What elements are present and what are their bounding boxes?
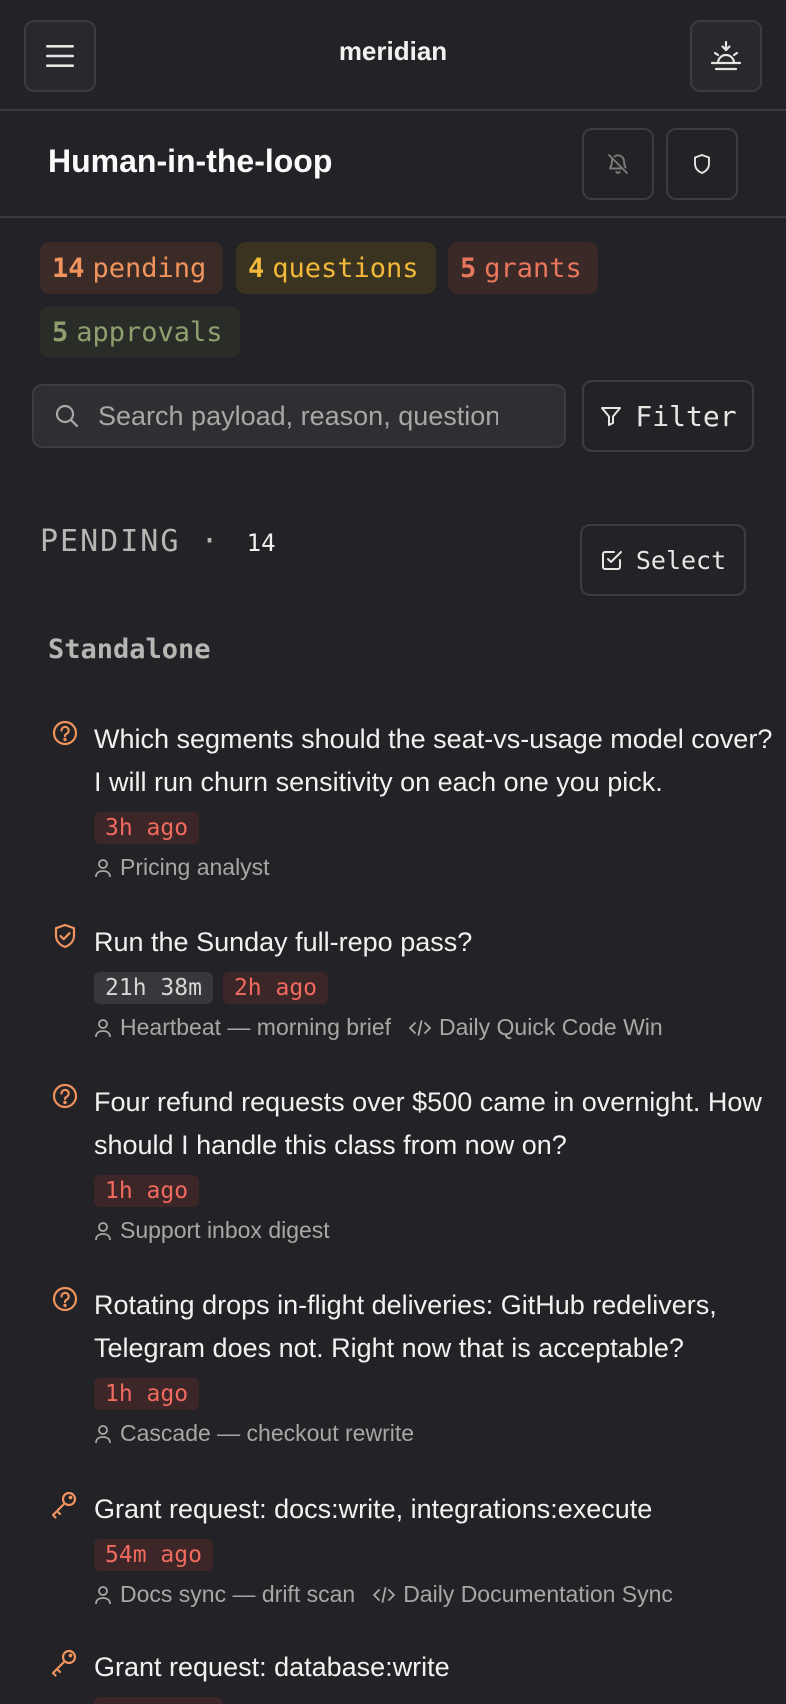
questions-label: questions — [272, 252, 419, 284]
agent-name: Pricing analyst — [120, 854, 270, 880]
agent-meta: Heartbeat — morning brief — [94, 1014, 391, 1041]
question-circle-icon — [52, 720, 78, 746]
agent-name: Heartbeat — morning brief — [120, 1014, 392, 1040]
brand-logo-button[interactable] — [690, 20, 762, 92]
questions-count-chip[interactable]: 4 questions — [236, 242, 436, 294]
item-title: Run the Sunday full-repo pass? — [94, 927, 473, 957]
code-icon — [373, 1586, 396, 1603]
timer-badge: 21h 38m — [94, 972, 213, 1004]
agent-meta: Docs sync — drift scan — [94, 1581, 355, 1608]
filter-button[interactable]: Filter — [582, 380, 754, 452]
bell-off-icon — [608, 154, 628, 174]
select-label: Select — [635, 545, 727, 575]
search-input[interactable] — [98, 400, 498, 432]
age-badge: 3h ago — [94, 812, 200, 844]
pending-count: 14 — [52, 252, 85, 284]
select-button[interactable]: Select — [580, 524, 746, 596]
top-bar: meridian — [0, 0, 786, 111]
section-header: PENDING · 14 — [40, 524, 276, 559]
item-title: Rotating drops in-flight deliveries: Git… — [94, 1290, 717, 1363]
grants-count: 5 — [460, 252, 477, 284]
search-icon — [54, 403, 80, 429]
age-badge: 2h ago — [222, 972, 329, 1004]
approvals-label: approvals — [76, 316, 223, 348]
agent-meta: Cascade — checkout rewrite — [94, 1420, 414, 1447]
user-icon — [95, 1585, 111, 1604]
code-icon — [409, 1019, 431, 1036]
section-count: 14 — [246, 529, 276, 557]
item-title: Four refund requests over $500 came in o… — [94, 1087, 762, 1160]
filter-label: Filter — [635, 399, 737, 433]
filter-icon — [601, 407, 622, 426]
grants-label: grants — [484, 252, 582, 284]
grants-count-chip[interactable]: 5 grants — [448, 242, 598, 294]
approvals-count: 5 — [52, 316, 69, 348]
mute-notifications-button[interactable] — [582, 128, 654, 200]
routine-name: Daily Documentation Sync — [403, 1581, 673, 1607]
key-icon — [51, 1649, 77, 1677]
section-label: PENDING · — [40, 524, 221, 559]
agent-meta: Pricing analyst — [94, 854, 270, 881]
age-badge: 1h ago — [94, 1378, 200, 1410]
age-badge — [94, 1697, 222, 1704]
user-icon — [95, 1221, 111, 1240]
age-badge: 54m ago — [94, 1539, 213, 1571]
user-icon — [95, 858, 111, 877]
routine-meta: Daily Documentation Sync — [373, 1581, 673, 1608]
agent-name: Support inbox digest — [120, 1217, 330, 1243]
group-label: Standalone — [48, 634, 211, 665]
pending-count-chip[interactable]: 14 pending — [40, 242, 223, 294]
item-title: Grant request: docs:write, integrations:… — [94, 1494, 653, 1524]
question-circle-icon — [52, 1286, 78, 1312]
policy-shield-button[interactable] — [666, 128, 738, 200]
app-title: meridian — [338, 36, 448, 66]
agent-name: Cascade — checkout rewrite — [120, 1420, 415, 1446]
key-icon — [51, 1491, 77, 1519]
search-box — [32, 384, 566, 448]
user-icon — [95, 1018, 111, 1037]
agent-name: Docs sync — drift scan — [120, 1581, 356, 1607]
approvals-count-chip[interactable]: 5 approvals — [40, 306, 240, 358]
shield-check-icon — [54, 923, 76, 949]
routine-name: Daily Quick Code Win — [439, 1014, 663, 1040]
page-title: Human-in-the-loop — [48, 143, 333, 179]
question-circle-icon — [52, 1083, 78, 1109]
age-badge: 1h ago — [94, 1175, 200, 1207]
sunrise-logo-icon — [710, 40, 742, 71]
routine-meta: Daily Quick Code Win — [409, 1014, 663, 1041]
item-title: Which segments should the seat-vs-usage … — [94, 724, 773, 797]
user-icon — [95, 1424, 111, 1443]
agent-meta: Support inbox digest — [94, 1217, 330, 1244]
questions-count: 4 — [248, 252, 265, 284]
shield-icon — [694, 154, 710, 174]
pending-label: pending — [92, 252, 207, 284]
checkbox-icon — [601, 551, 622, 570]
page-header: Human-in-the-loop — [0, 113, 786, 218]
item-title: Grant request: database:write — [94, 1652, 450, 1682]
